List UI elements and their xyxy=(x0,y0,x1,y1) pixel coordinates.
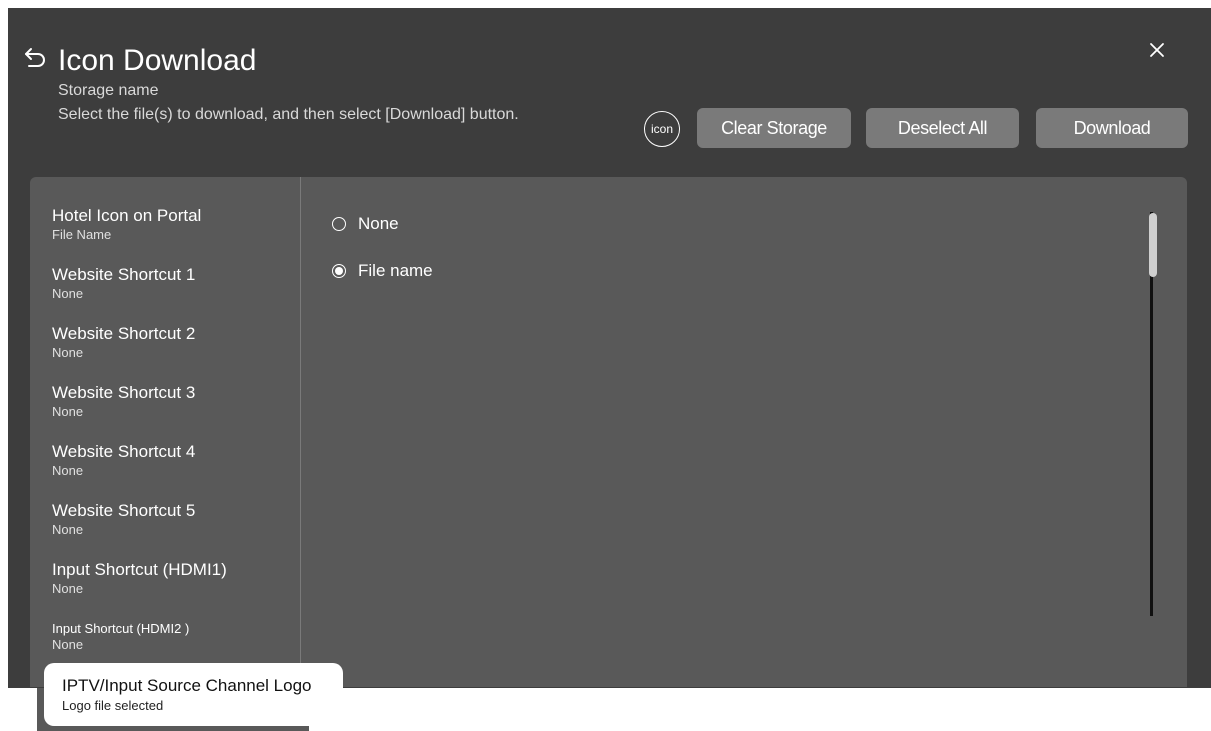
sidebar-item-label: Input Shortcut (HDMI2 ) xyxy=(52,621,190,636)
sidebar-item-value: None xyxy=(52,404,84,419)
sidebar-item-value: None xyxy=(52,286,84,301)
radio-unselected-icon[interactable] xyxy=(332,217,346,231)
option-label: None xyxy=(358,214,399,233)
radio-dot xyxy=(335,267,343,275)
sidebar-item-input-shortcut-hdmi2[interactable]: Input Shortcut (HDMI2 ) None xyxy=(52,621,292,652)
icon-badge: icon xyxy=(644,111,680,147)
scrollbar-thumb[interactable] xyxy=(1149,213,1157,277)
clear-storage-button[interactable]: Clear Storage xyxy=(697,108,851,148)
sidebar-item-label: Website Shortcut 5 xyxy=(52,501,196,520)
deselect-all-button[interactable]: Deselect All xyxy=(866,108,1019,148)
sidebar-item-value: Logo file selected xyxy=(62,698,164,713)
instruction-text: Select the file(s) to download, and then… xyxy=(58,106,519,123)
sidebar-item-input-shortcut-hdmi1[interactable]: Input Shortcut (HDMI1) None xyxy=(52,560,292,596)
sidebar-item-hotel-icon[interactable]: Hotel Icon on Portal File Name xyxy=(52,206,292,242)
sidebar-item-label: Website Shortcut 4 xyxy=(52,442,196,461)
sidebar-item-value: None xyxy=(52,463,84,478)
close-icon[interactable] xyxy=(1145,38,1169,62)
option-file-name[interactable]: File name xyxy=(332,261,433,281)
sidebar-item-value: None xyxy=(52,522,84,537)
sidebar-item-website-shortcut-5[interactable]: Website Shortcut 5 None xyxy=(52,501,292,537)
sidebar-item-label: Hotel Icon on Portal xyxy=(52,206,202,225)
option-label: File name xyxy=(358,261,433,280)
sidebar-item-value: File Name xyxy=(52,227,112,242)
sidebar-item-website-shortcut-1[interactable]: Website Shortcut 1 None xyxy=(52,265,292,301)
sidebar-item-iptv-channel-logo[interactable]: IPTV/Input Source Channel Logo Logo file… xyxy=(44,663,343,726)
download-button[interactable]: Download xyxy=(1036,108,1188,148)
sidebar-item-value: None xyxy=(52,637,84,652)
radio-selected-icon[interactable] xyxy=(332,264,346,278)
sidebar-item-label: Input Shortcut (HDMI1) xyxy=(52,560,227,579)
sidebar-item-label: Website Shortcut 2 xyxy=(52,324,196,343)
sidebar-item-label: Website Shortcut 1 xyxy=(52,265,196,284)
sidebar-item-value: None xyxy=(52,581,84,596)
sidebar-item-website-shortcut-2[interactable]: Website Shortcut 2 None xyxy=(52,324,292,360)
sidebar-item-website-shortcut-4[interactable]: Website Shortcut 4 None xyxy=(52,442,292,478)
storage-name: Storage name xyxy=(58,82,159,99)
sidebar-item-label: IPTV/Input Source Channel Logo xyxy=(62,676,312,695)
sidebar-item-label: Website Shortcut 3 xyxy=(52,383,196,402)
back-arrow-icon[interactable] xyxy=(23,45,47,69)
sidebar-item-website-shortcut-3[interactable]: Website Shortcut 3 None xyxy=(52,383,292,419)
content-panel: Hotel Icon on Portal File Name Website S… xyxy=(30,177,1187,687)
page-title: Icon Download xyxy=(58,44,257,77)
sidebar: Hotel Icon on Portal File Name Website S… xyxy=(30,177,301,687)
option-none[interactable]: None xyxy=(332,214,399,234)
sidebar-item-value: None xyxy=(52,345,84,360)
